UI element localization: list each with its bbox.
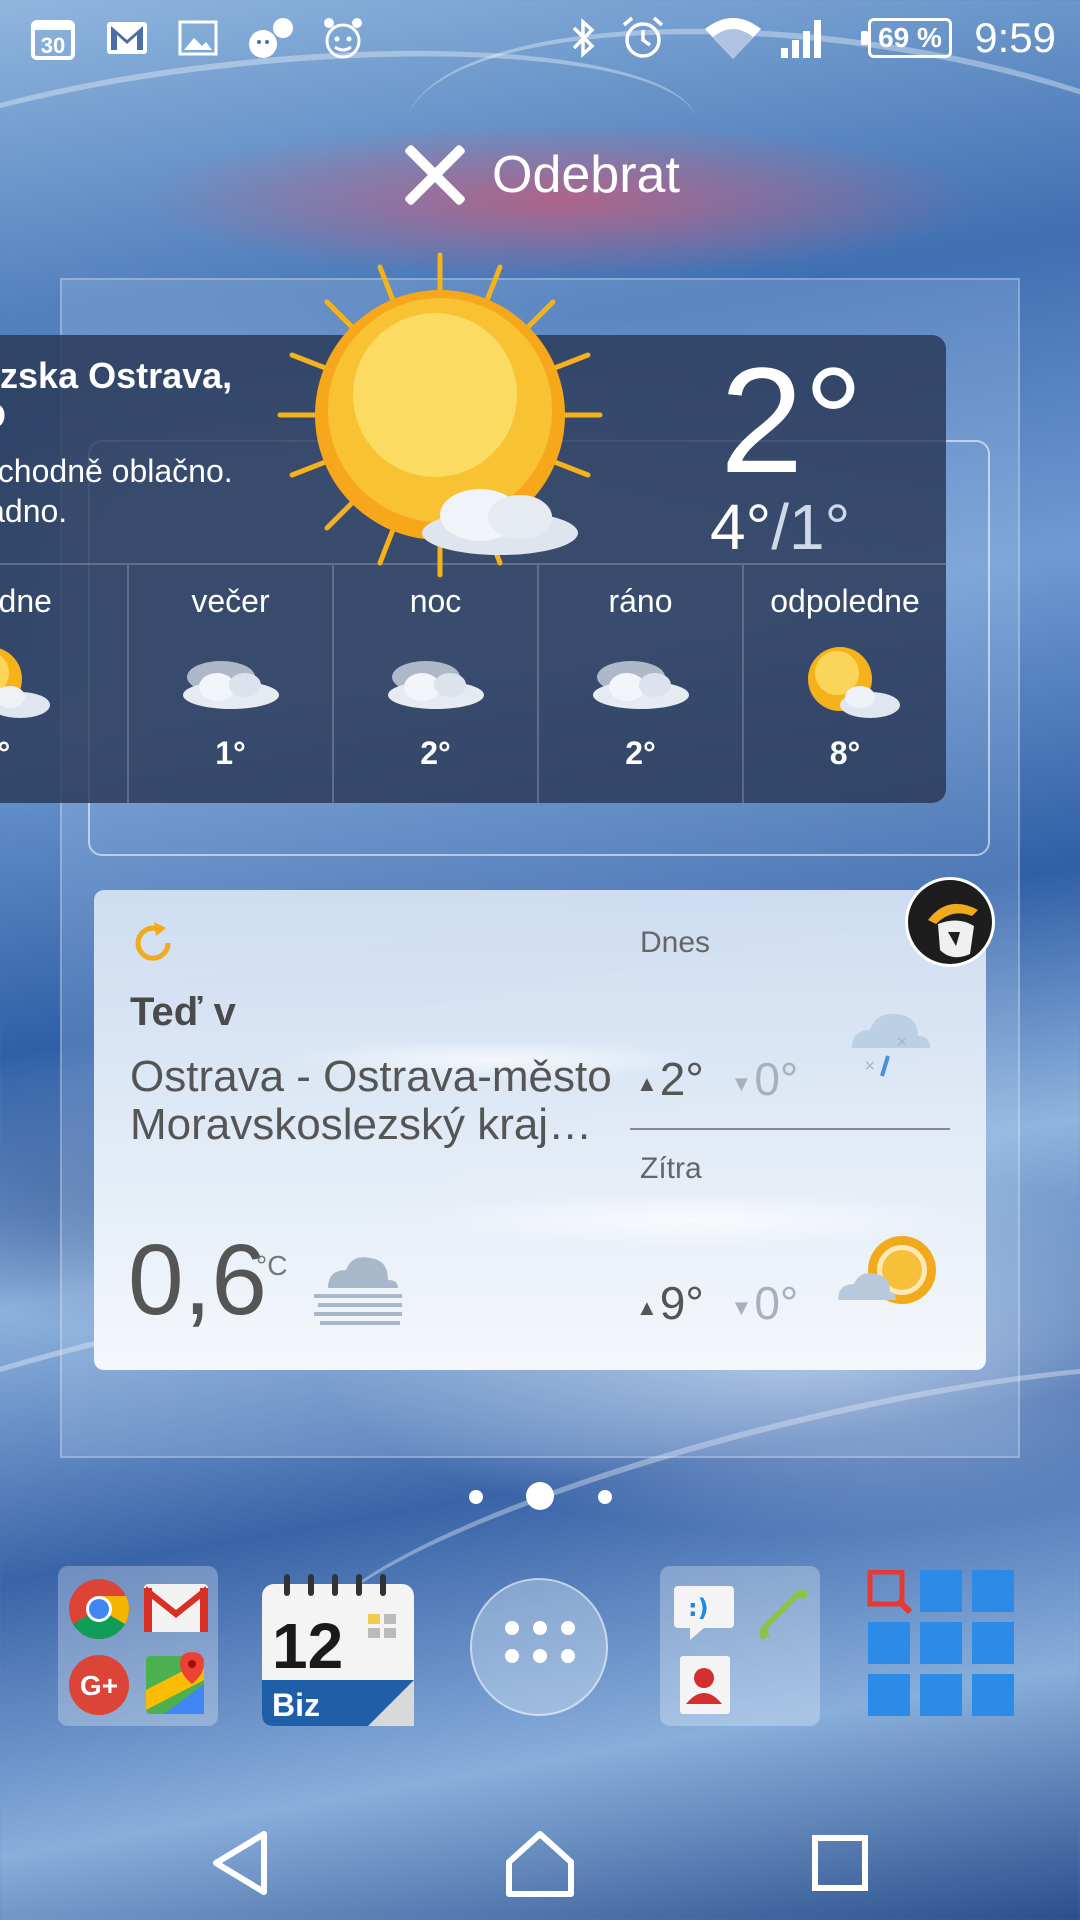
- calendar-icon: 30: [30, 14, 76, 62]
- remove-drop-target[interactable]: Odebrat: [400, 130, 680, 220]
- forecast-cell: odpoledne 8°: [742, 565, 946, 803]
- refresh-icon[interactable]: [128, 918, 178, 968]
- recents-button[interactable]: [795, 1818, 885, 1908]
- location-name-line2: D: [0, 395, 6, 437]
- contacts-icon: [680, 1656, 730, 1714]
- location-name: ezska Ostrava,: [0, 355, 233, 396]
- weather-app-logo[interactable]: [905, 877, 995, 967]
- svg-text:Biz: Biz: [272, 1687, 320, 1723]
- divider: [630, 1128, 950, 1130]
- now-title: Teď v: [130, 990, 236, 1034]
- svg-text::): :): [688, 1594, 709, 1622]
- tomorrow-temperatures: ▲9° ▼0°: [636, 1277, 799, 1329]
- sun-cloud-icon: [808, 647, 900, 718]
- region-name: Moravskoslezský kraj…: [130, 1100, 593, 1149]
- page-dot-active[interactable]: [526, 1482, 554, 1510]
- sony-apps-widget[interactable]: [864, 1569, 1024, 1730]
- clock-time: 9:59: [974, 14, 1056, 61]
- remove-label: Odebrat: [492, 146, 680, 204]
- today-label: Dnes: [640, 926, 711, 959]
- today-high: 2°: [659, 1053, 704, 1105]
- app-folder-google[interactable]: G+: [58, 1566, 218, 1726]
- low-temp: 1°: [788, 491, 851, 563]
- page-dot[interactable]: [598, 1490, 612, 1504]
- large-sun-cloud-icon: [277, 252, 603, 578]
- forecast-label: večer: [191, 583, 270, 619]
- forecast-row: poledne 4° večer 1° noc 2° ráno 2° odpol…: [0, 563, 946, 803]
- high-low-temperature: 4°/1°: [710, 491, 851, 563]
- forecast-cell: poledne 4°: [0, 565, 105, 803]
- home-button[interactable]: [495, 1818, 585, 1908]
- gmail-icon: [144, 1584, 208, 1632]
- high-temp: 4°: [710, 491, 772, 563]
- app-drawer-button[interactable]: [470, 1578, 608, 1716]
- today-low: 0°: [754, 1053, 799, 1105]
- navigation-bar: [0, 1800, 1080, 1920]
- clouds-icon: [592, 661, 689, 709]
- chat-bubble-icon: [244, 14, 298, 62]
- temperature-unit: °C: [256, 1250, 288, 1281]
- google-plus-icon: G+: [69, 1655, 129, 1715]
- forecast-label: poledne: [0, 583, 52, 619]
- back-button[interactable]: [198, 1818, 288, 1908]
- svg-text:12: 12: [272, 1610, 343, 1682]
- apps-grid-icon: [505, 1621, 575, 1663]
- tomorrow-low: 0°: [754, 1277, 799, 1329]
- svg-text:G+: G+: [80, 1670, 118, 1701]
- forecast-cell: noc 2°: [332, 565, 537, 803]
- weather-widget-light[interactable]: Teď v Ostrava - Ostrava-město Moravskosl…: [94, 890, 986, 1370]
- forecast-label: odpoledne: [770, 583, 920, 619]
- page-dot[interactable]: [469, 1490, 483, 1504]
- forecast-temp: 8°: [829, 735, 861, 771]
- current-temperature: 2°: [720, 336, 864, 504]
- svg-text:×: ×: [896, 1034, 908, 1050]
- snow-rain-cloud-icon: × ×: [852, 1013, 930, 1077]
- fog-icon: [314, 1257, 402, 1325]
- forecast-label: noc: [409, 583, 462, 619]
- battery-icon: 69 %: [861, 18, 952, 58]
- svg-text:30: 30: [41, 33, 65, 58]
- forecast-cell: večer 1°: [127, 565, 332, 803]
- chrome-icon: [69, 1579, 129, 1640]
- condition-text: echodně oblačno.: [0, 453, 233, 489]
- clouds-icon: [387, 661, 484, 709]
- tomorrow-label: Zítra: [640, 1152, 702, 1185]
- business-calendar-app[interactable]: 12 Biz: [258, 1570, 418, 1730]
- condition-text-line2: ladno.: [0, 493, 68, 529]
- forecast-temp: 1°: [215, 735, 246, 771]
- battery-percent: 69 %: [878, 22, 942, 53]
- forecast-label: ráno: [608, 583, 673, 619]
- location-name: Ostrava - Ostrava-město: [130, 1052, 612, 1101]
- forecast-temp: 2°: [420, 735, 451, 771]
- sun-cloud-icon: [0, 648, 50, 718]
- alarm-app-icon: [320, 14, 366, 62]
- gmail-icon: [104, 14, 150, 62]
- close-icon: [400, 140, 470, 210]
- sony-apps-grid-icon: [867, 1569, 1014, 1716]
- svg-text:×: ×: [864, 1058, 876, 1074]
- forecast-temp: 4°: [0, 735, 11, 771]
- clouds-icon: [182, 661, 279, 709]
- sun-cloud-icon: [838, 1236, 936, 1304]
- alarm-clock-icon: [618, 14, 668, 62]
- wifi-icon: [702, 14, 764, 62]
- forecast-temp: 2°: [625, 735, 656, 771]
- tomorrow-high: 9°: [659, 1277, 704, 1329]
- phone-icon: [759, 1589, 808, 1640]
- maps-icon: [146, 1652, 204, 1714]
- today-temperatures: ▲2° ▼0°: [636, 1053, 799, 1105]
- forecast-cell: ráno 2°: [537, 565, 742, 803]
- current-temperature: 0,6: [128, 1224, 268, 1336]
- gallery-icon: [176, 14, 220, 62]
- status-bar: 30 69 % 9:59: [0, 0, 1080, 80]
- messages-icon: :): [674, 1586, 734, 1640]
- app-folder-communication[interactable]: :): [660, 1566, 820, 1726]
- bluetooth-icon: [564, 14, 602, 62]
- signal-icon: [778, 14, 828, 62]
